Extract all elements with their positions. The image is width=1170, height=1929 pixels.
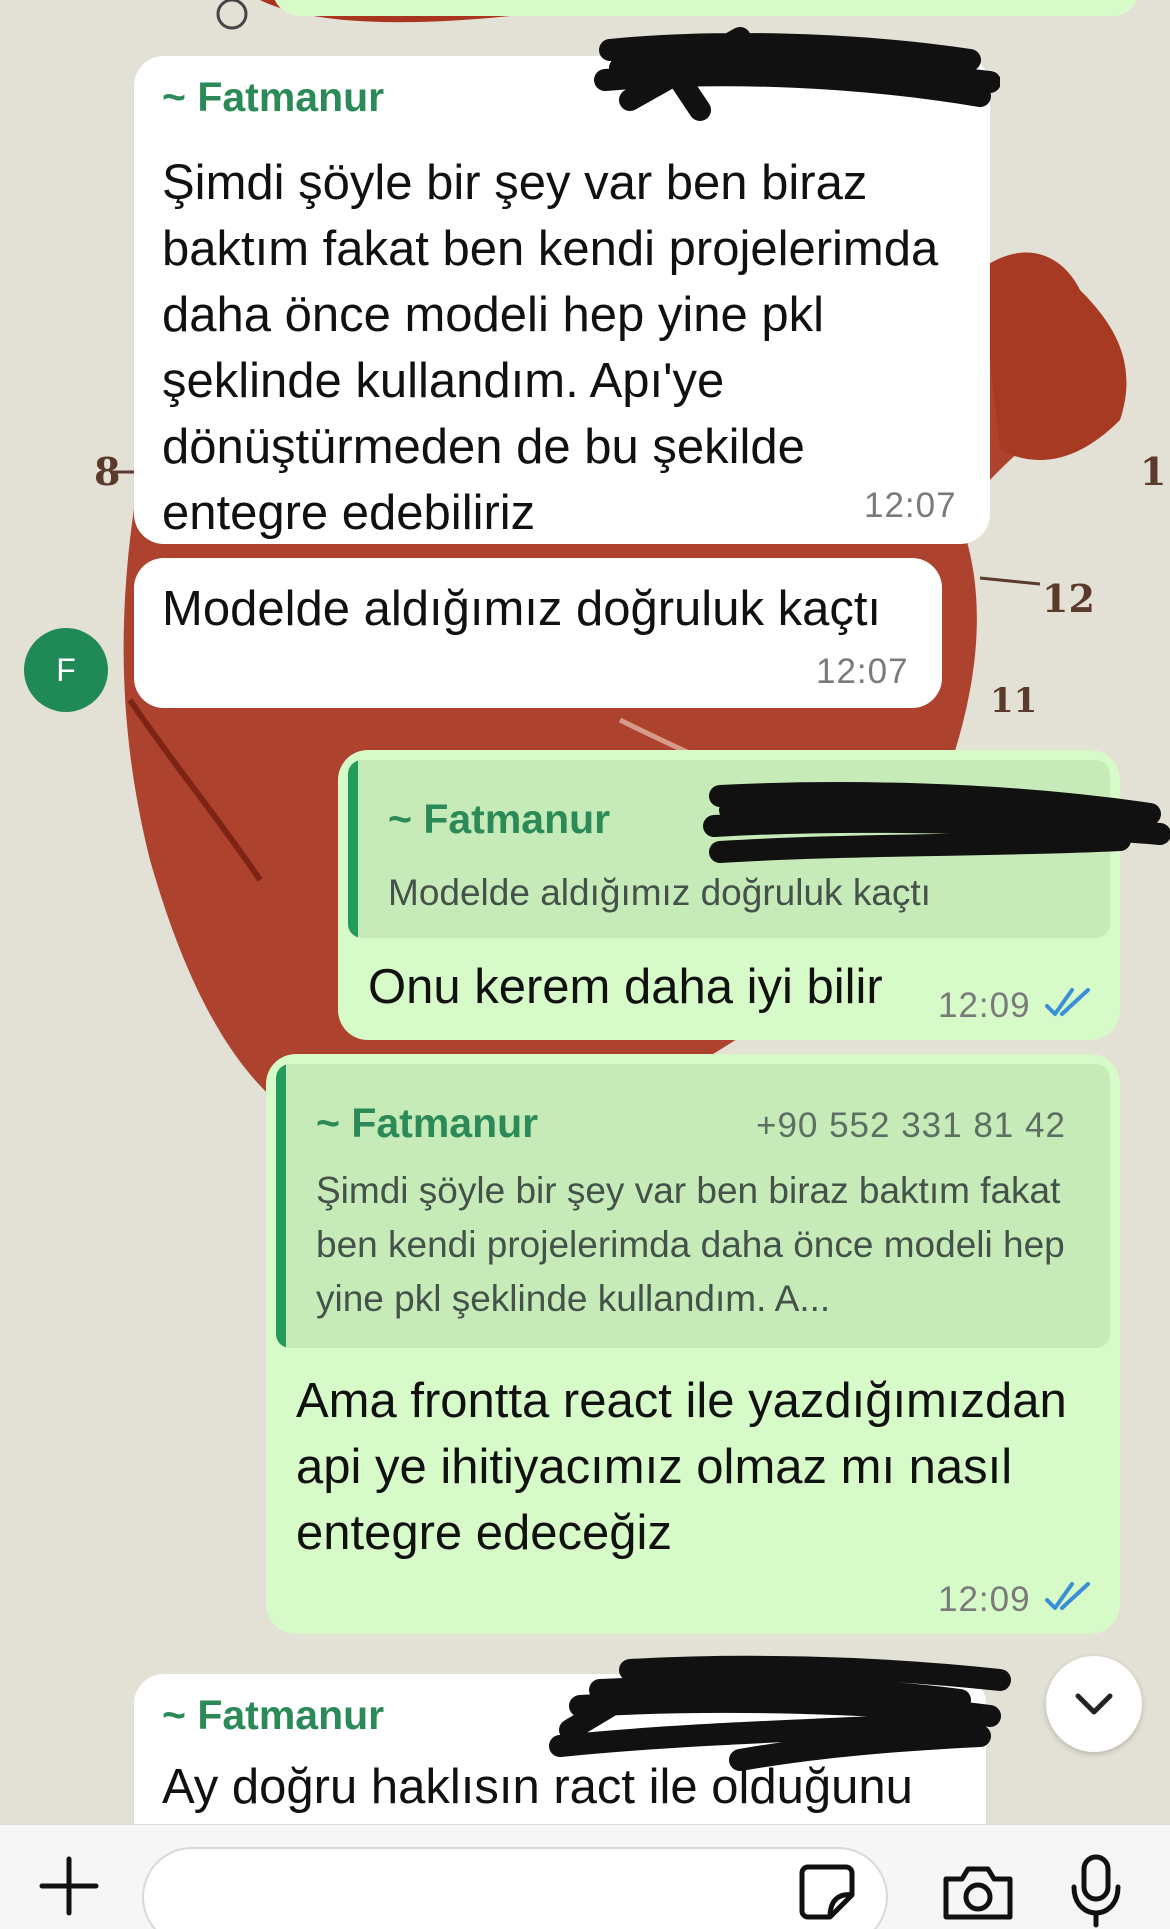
message-text: Modelde aldığımız doğruluk kaçtı: [162, 582, 882, 636]
scroll-to-bottom-button[interactable]: [1046, 1656, 1142, 1752]
chevron-down-icon: [1075, 1693, 1113, 1715]
quote-accent-bar: [276, 1064, 286, 1348]
message-timestamp: 12:07: [864, 486, 957, 525]
incoming-message-bubble[interactable]: ~ Fatmanur Ay doğru haklısın ract ile ol…: [134, 1674, 986, 1824]
sender-avatar[interactable]: F: [24, 628, 108, 712]
message-text: Ay doğru haklısın ract ile olduğunu: [162, 1760, 913, 1814]
quoted-sender-name: ~ Fatmanur: [316, 1100, 539, 1146]
quoted-text: Modelde aldığımız doğruluk kaçtı: [388, 872, 931, 913]
message-composer: [0, 1824, 1170, 1929]
quoted-message[interactable]: ~ Fatmanur +90 552 331 81 42 Şimdi şöyle…: [276, 1064, 1110, 1348]
message-timestamp: 12:09: [938, 986, 1031, 1025]
camera-icon[interactable]: [940, 1861, 1016, 1923]
message-input[interactable]: [142, 1847, 888, 1929]
incoming-message-bubble[interactable]: Modelde aldığımız doğruluk kaçtı 12:07: [134, 558, 942, 708]
quoted-message[interactable]: ~ Fatmanur Modelde aldığımız doğruluk ka…: [348, 760, 1110, 938]
microphone-icon[interactable]: [1068, 1853, 1124, 1929]
message-timestamp: 12:07: [816, 652, 909, 691]
quote-accent-bar: [348, 760, 358, 938]
sticker-icon[interactable]: [798, 1863, 856, 1921]
quoted-sender-name: ~ Fatmanur: [388, 796, 611, 842]
quoted-sender-phone: +90 552 331 81 42: [756, 1106, 1066, 1145]
message-sender-name[interactable]: ~ Fatmanur: [162, 74, 384, 121]
chat-area[interactable]: ~ Fatmanur Şimdi şöyle bir şey var ben b…: [0, 0, 1170, 1824]
outgoing-message-bubble[interactable]: ~ Fatmanur +90 552 331 81 42 Şimdi şöyle…: [266, 1054, 1120, 1634]
read-receipt-icon: [1045, 988, 1090, 1016]
message-text: Şimdi şöyle bir şey var ben biraz baktım…: [162, 156, 939, 540]
outgoing-message-bubble[interactable]: ~ Fatmanur Modelde aldığımız doğruluk ka…: [338, 750, 1120, 1040]
incoming-message-bubble[interactable]: ~ Fatmanur Şimdi şöyle bir şey var ben b…: [134, 56, 990, 544]
read-receipt-icon: [1045, 1582, 1090, 1610]
message-sender-name[interactable]: ~ Fatmanur: [162, 1692, 384, 1739]
plus-icon[interactable]: [38, 1855, 100, 1917]
message-timestamp: 12:09: [938, 1580, 1031, 1619]
quoted-text: Şimdi şöyle bir şey var ben biraz baktım…: [316, 1170, 1065, 1319]
message-text: Onu kerem daha iyi bilir: [368, 960, 883, 1014]
previous-message-bubble[interactable]: [272, 0, 1140, 16]
message-text: Ama frontta react ile yazdığımızdan api …: [296, 1374, 1067, 1560]
